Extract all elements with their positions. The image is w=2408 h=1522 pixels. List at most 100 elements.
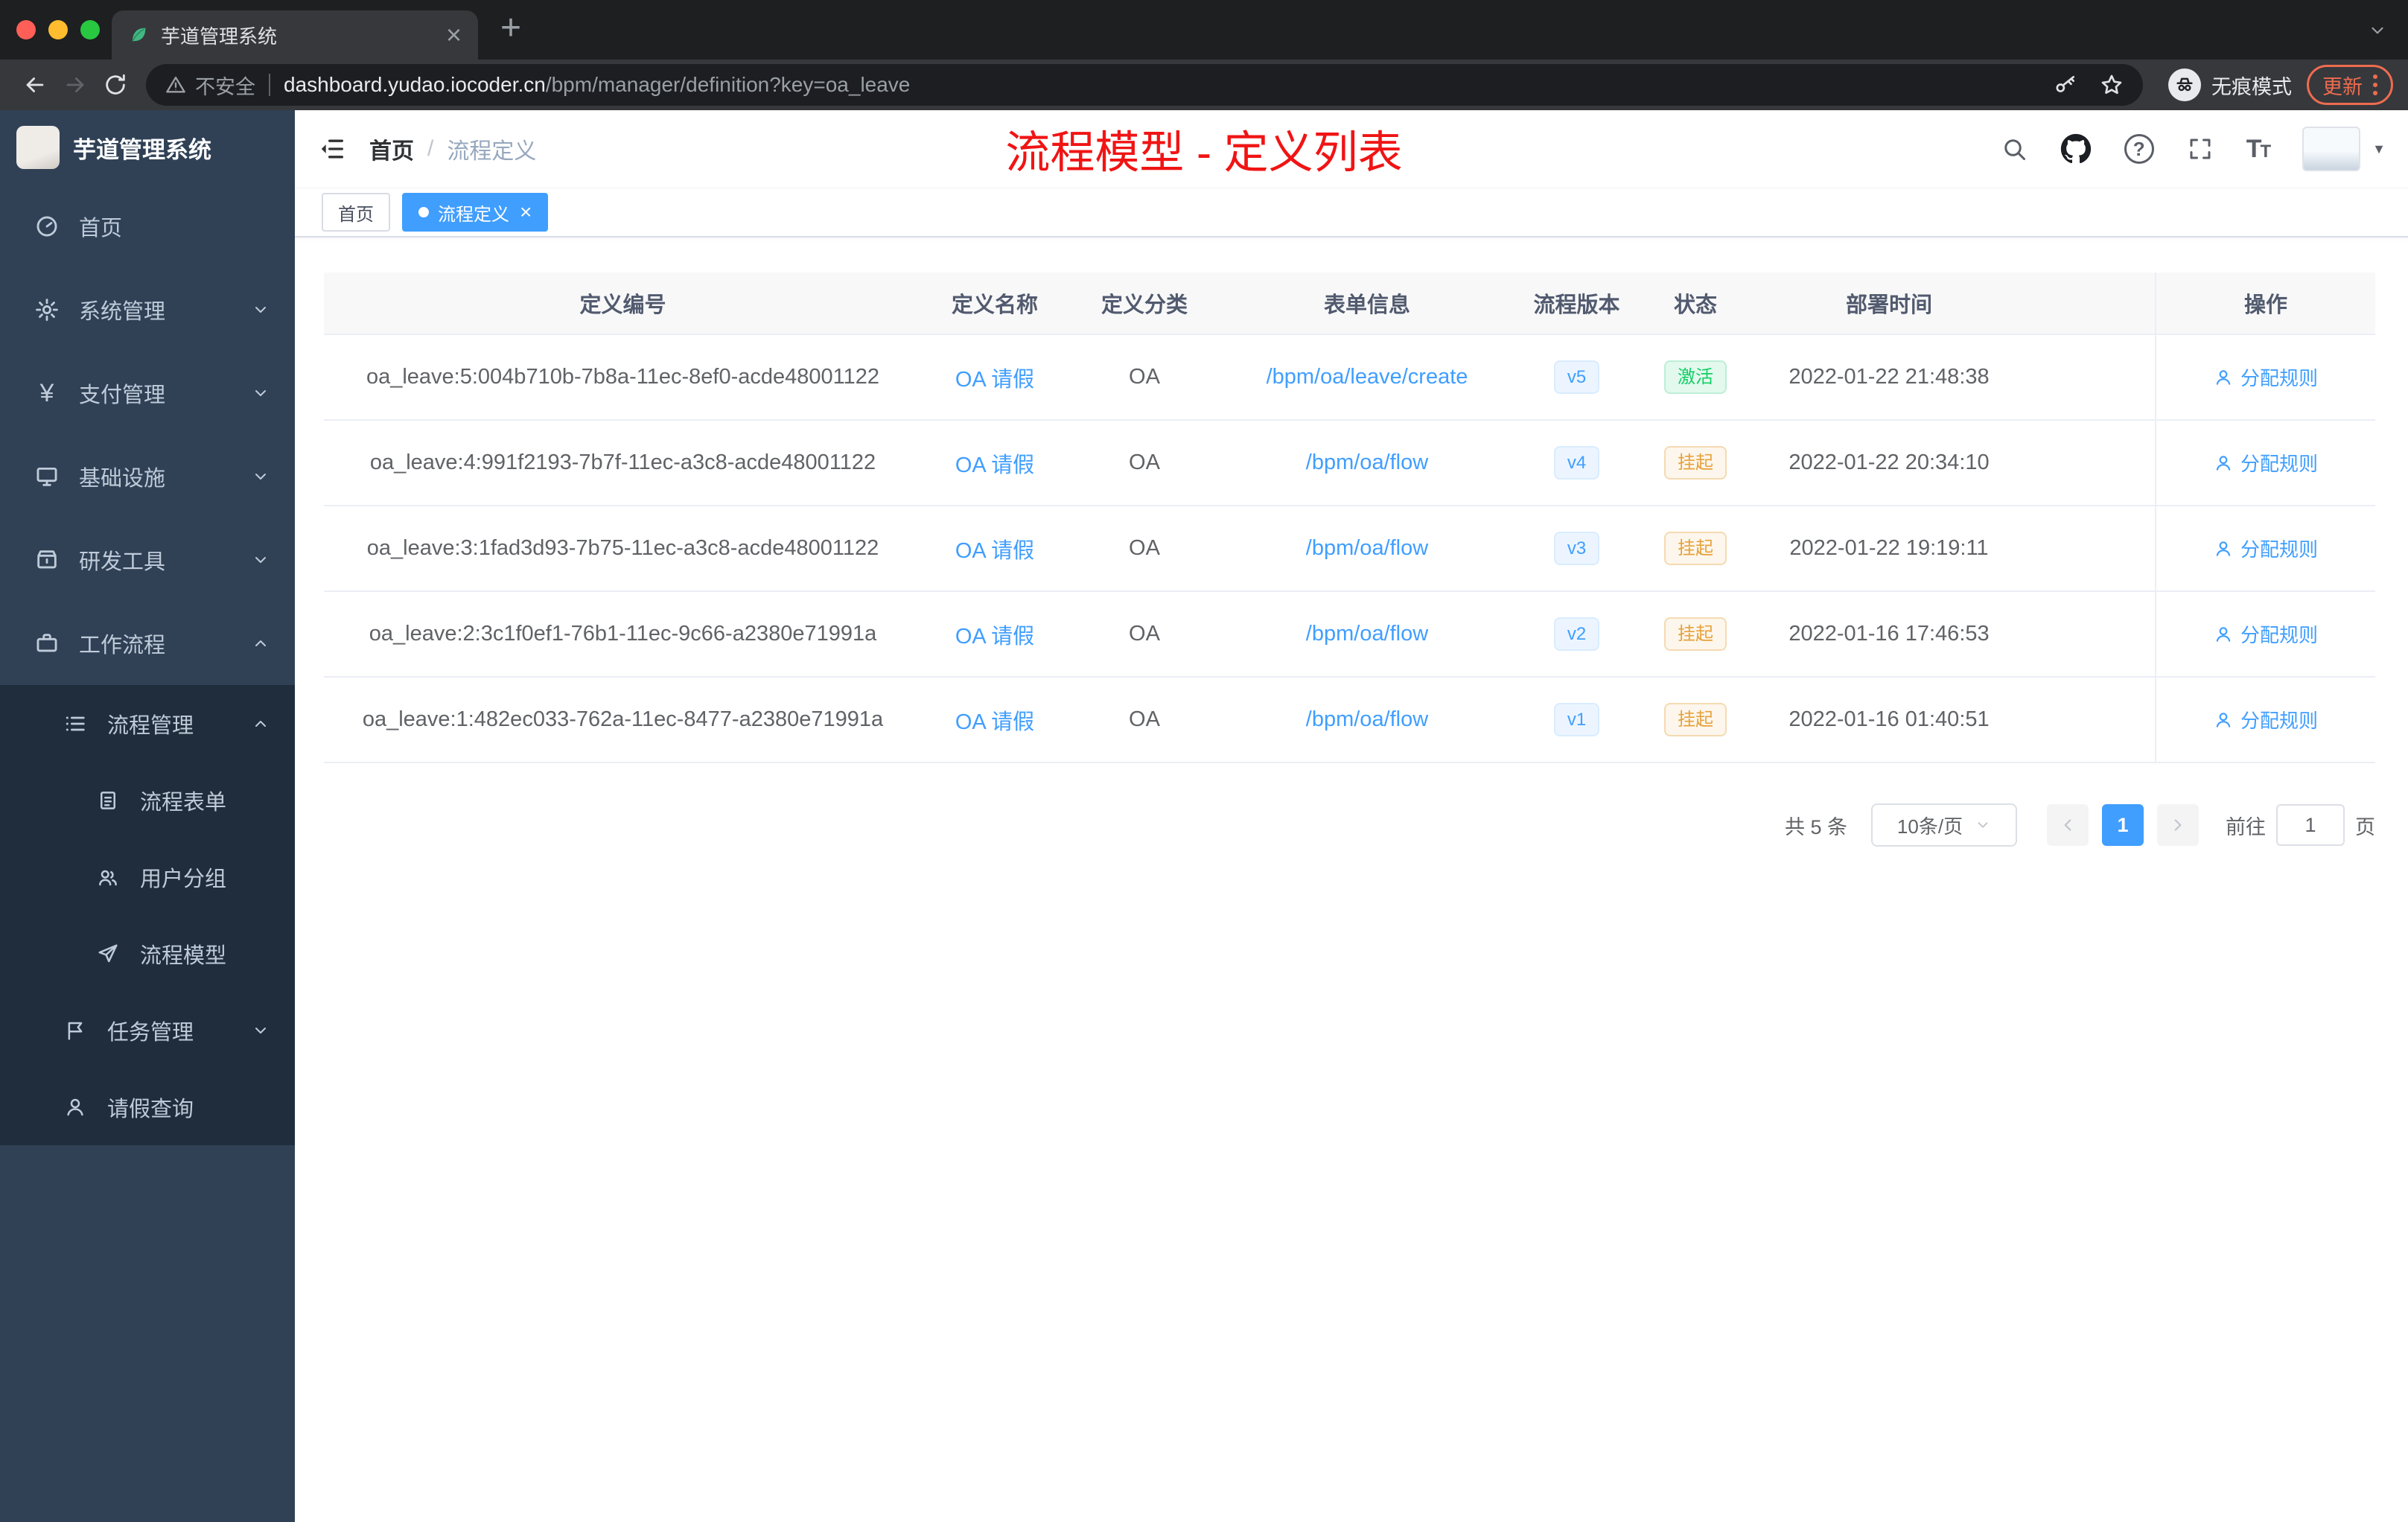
browser-tab[interactable]: 芋道管理系统 × [112,10,478,60]
fullscreen-icon[interactable] [2187,136,2214,162]
back-button[interactable] [15,65,55,105]
page-number-button[interactable]: 1 [2102,804,2144,846]
minimize-window-button[interactable] [48,20,68,39]
table-row: oa_leave:4:991f2193-7b7f-11ec-a3c8-acde4… [324,421,2375,506]
next-page-button[interactable] [2157,804,2199,846]
github-icon[interactable] [2060,133,2092,165]
chevron-down-icon [1975,817,1991,833]
url-text[interactable]: dashboard.yudao.iocoder.cn/bpm/manager/d… [284,73,910,97]
tag-label: 流程定义 [438,204,509,225]
browser-window: 芋道管理系统 × + 不安全 dashboard.yudao.iocoder.c… [0,0,2408,110]
header-actions: ? TT ▼ [2001,127,2386,171]
reload-button[interactable] [95,65,136,105]
password-key-icon[interactable] [2054,73,2077,97]
close-window-button[interactable] [16,20,36,39]
form-info-link[interactable]: /bpm/oa/flow [1306,450,1428,475]
url-path: /bpm/manager/definition?key=oa_leave [545,73,911,96]
sidebar-item-home[interactable]: 首页 [0,185,295,268]
definition-id: oa_leave:1:482ec033-762a-11ec-8477-a2380… [362,707,884,731]
definition-id: oa_leave:2:3c1f0ef1-76b1-11ec-9c66-a2380… [369,622,877,646]
user-avatar[interactable] [2302,127,2361,171]
user-icon [2216,455,2231,471]
page-unit-label: 页 [2355,815,2375,838]
form-info-link[interactable]: /bpm/oa/flow [1306,622,1428,646]
assign-rule-button[interactable]: 分配规则 [2214,620,2318,648]
deploy-time: 2022-01-16 01:40:51 [1789,707,1990,731]
sidebar-item-payment[interactable]: ¥ 支付管理 [0,351,295,435]
breadcrumb-current: 流程定义 [447,139,537,164]
font-size-icon[interactable]: TT [2246,135,2271,164]
assign-rule-button[interactable]: 分配规则 [2214,535,2318,562]
version-badge: v2 [1553,617,1600,652]
sidebar-item-process-management[interactable]: 流程管理 [0,685,295,762]
bookmark-star-icon[interactable] [2100,73,2124,97]
deploy-time: 2022-01-22 19:19:11 [1789,536,1989,560]
sidebar-item-dev-tools[interactable]: 研发工具 [0,518,295,602]
definition-category: OA [1129,707,1160,731]
page-jump-input[interactable] [2276,804,2345,846]
avatar-caret-icon[interactable]: ▼ [2372,141,2386,157]
sidebar-item-system[interactable]: 系统管理 [0,268,295,351]
form-info-link[interactable]: /bpm/oa/flow [1306,536,1428,561]
browser-toolbar: 不安全 dashboard.yudao.iocoder.cn/bpm/manag… [0,60,2408,110]
definition-name-link[interactable]: OA 请假 [955,362,1034,393]
security-status[interactable]: 不安全 [165,71,255,100]
tags-view-bar: 首页 流程定义 × [295,188,2408,238]
address-bar[interactable]: 不安全 dashboard.yudao.iocoder.cn/bpm/manag… [146,64,2143,106]
security-label: 不安全 [195,75,255,98]
search-icon[interactable] [2001,136,2028,162]
table-row: oa_leave:1:482ec033-762a-11ec-8477-a2380… [324,678,2375,763]
sidebar-item-process-model[interactable]: 流程模型 [0,915,295,992]
definition-id: oa_leave:3:1fad3d93-7b75-11ec-a3c8-acde4… [366,536,879,560]
forward-button[interactable] [55,65,95,105]
definition-name-link[interactable]: OA 请假 [955,448,1034,479]
definition-id: oa_leave:4:991f2193-7b7f-11ec-a3c8-acde4… [369,450,876,474]
tab-search-chevron-icon[interactable] [2368,21,2387,40]
brand: 芋道管理系统 [0,110,295,185]
status-badge: 挂起 [1664,617,1727,652]
tag-home[interactable]: 首页 [322,193,390,232]
help-icon[interactable]: ? [2124,134,2154,164]
prev-page-button[interactable] [2047,804,2089,846]
sidebar-fold-icon[interactable] [317,134,347,164]
active-tag-dot [418,207,429,217]
assign-rule-button[interactable]: 分配规则 [2214,363,2318,391]
sidebar-item-label: 支付管理 [79,383,166,407]
sidebar-item-workflow[interactable]: 工作流程 [0,602,295,685]
page-size-select[interactable]: 10条/页 [1871,803,2017,847]
tag-close-icon[interactable]: × [520,202,532,223]
pagination-total: 共 5 条 [1784,815,1847,838]
sidebar-item-label: 任务管理 [107,1020,194,1045]
breadcrumb-separator: / [427,136,434,161]
assign-rule-button[interactable]: 分配规则 [2214,706,2318,733]
browser-menu-icon[interactable] [2373,74,2377,95]
column-header: 部署时间 [1845,293,1932,317]
definition-name-link[interactable]: OA 请假 [955,619,1034,650]
flag-icon [61,1019,89,1042]
page-content: 定义编号 定义名称 定义分类 表单信息 流程版本 状态 部署时间 操作 oa_l… [295,238,2408,847]
form-info-link[interactable]: /bpm/oa/leave/create [1267,365,1468,389]
sidebar-item-leave-query[interactable]: 请假查询 [0,1069,295,1145]
form-info-link[interactable]: /bpm/oa/flow [1306,707,1428,732]
new-tab-button[interactable]: + [500,9,521,48]
zoom-window-button[interactable] [80,20,100,39]
tag-current[interactable]: 流程定义 × [402,193,549,232]
sidebar-item-label: 流程模型 [140,943,227,968]
sidebar-item-user-group[interactable]: 用户分组 [0,838,295,915]
update-label: 更新 [2322,75,2363,98]
assign-rule-button[interactable]: 分配规则 [2214,449,2318,477]
sidebar-item-task-management[interactable]: 任务管理 [0,992,295,1069]
chevron-down-icon [252,301,270,319]
page-title: 流程模型 - 定义列表 [1005,127,1403,178]
column-header: 流程版本 [1533,293,1620,317]
update-browser-button[interactable]: 更新 [2307,65,2393,105]
tab-close-icon[interactable]: × [446,22,462,48]
sidebar-item-process-form[interactable]: 流程表单 [0,762,295,838]
definition-name-link[interactable]: OA 请假 [955,533,1034,564]
sidebar-item-infrastructure[interactable]: 基础设施 [0,435,295,518]
row-spacer [2028,506,2155,590]
column-header: 定义分类 [1101,293,1188,317]
breadcrumb-home[interactable]: 首页 [369,133,414,165]
definition-name-link[interactable]: OA 请假 [955,704,1034,736]
chevron-down-icon [252,551,270,569]
